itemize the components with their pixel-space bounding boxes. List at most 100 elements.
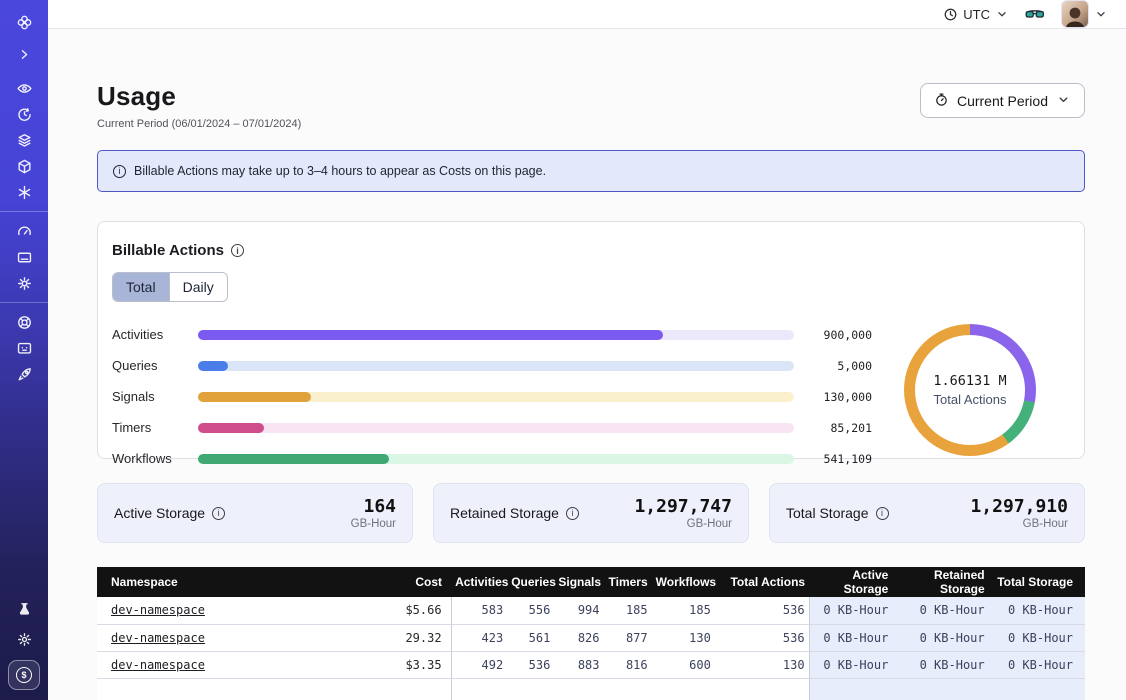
bar-label: Signals — [112, 389, 198, 404]
namespace-link[interactable]: dev-namespace — [111, 603, 205, 617]
table-cell — [987, 678, 1085, 700]
asterisk-icon[interactable] — [8, 179, 40, 205]
account-menu[interactable] — [1061, 0, 1108, 28]
table-cell — [97, 678, 394, 700]
flask-icon[interactable] — [8, 596, 40, 622]
bar-track — [198, 361, 794, 371]
namespace-link[interactable]: dev-namespace — [111, 631, 205, 645]
column-header-signals: Signals — [554, 567, 603, 597]
table-cell: 0 KB-Hour — [809, 597, 890, 624]
info-icon[interactable] — [876, 507, 889, 520]
theme-sun-icon[interactable] — [8, 626, 40, 652]
column-header-retained-storage: Retained Storage — [890, 567, 986, 597]
table-body: dev-namespace$5.665835569941851855360 KB… — [97, 597, 1085, 700]
lifebuoy-icon[interactable] — [8, 309, 40, 335]
bar-fill — [198, 330, 663, 340]
bar-track — [198, 392, 794, 402]
table-cell — [394, 678, 451, 700]
storage-card-active-storage: Active Storage164GB-Hour — [97, 483, 413, 543]
storage-card-label: Total Storage — [786, 505, 889, 521]
bar-row-timers: Timers85,201 — [112, 420, 872, 435]
table-cell: 816 — [604, 651, 652, 678]
table-cell — [507, 678, 554, 700]
bar-value: 541,109 — [794, 452, 872, 466]
bar-label: Queries — [112, 358, 198, 373]
timezone-label: UTC — [963, 7, 990, 22]
chevron-down-icon — [995, 7, 1009, 21]
bar-row-workflows: Workflows 541,109 — [112, 451, 872, 466]
feedback-glasses-icon[interactable] — [1025, 6, 1045, 22]
settings-gear-icon[interactable] — [8, 270, 40, 296]
table-cell — [809, 678, 890, 700]
support-monitor-icon[interactable] — [8, 335, 40, 361]
column-header-queries: Queries — [507, 567, 554, 597]
sidebar-separator — [0, 302, 48, 303]
billable-actions-card: Billable Actions TotalDaily Activities90… — [97, 221, 1085, 459]
bar-row-signals: Signals130,000 — [112, 389, 872, 404]
gauge-icon[interactable] — [8, 218, 40, 244]
table-cell — [554, 678, 603, 700]
timezone-selector[interactable]: UTC — [943, 7, 1009, 22]
eye-icon[interactable] — [8, 75, 40, 101]
info-icon[interactable] — [231, 244, 244, 257]
table-row-partial — [97, 678, 1085, 700]
billable-tabs: TotalDaily — [112, 272, 228, 302]
namespace-link[interactable]: dev-namespace — [111, 658, 205, 672]
table-cell: 0 KB-Hour — [890, 651, 986, 678]
info-banner: Billable Actions may take up to 3–4 hour… — [97, 150, 1085, 192]
avatar — [1061, 0, 1089, 28]
table-cell: 0 KB-Hour — [809, 624, 890, 651]
info-icon[interactable] — [566, 507, 579, 520]
table-cell: 0 KB-Hour — [987, 651, 1085, 678]
chevron-down-icon — [1056, 92, 1071, 110]
storage-card-value: 1,297,747 — [634, 497, 732, 517]
expand-chevron-right-icon[interactable] — [8, 41, 40, 67]
table-cell: 185 — [604, 597, 652, 624]
table-header-row: NamespaceCostActivitiesQueriesSignalsTim… — [97, 567, 1085, 597]
table-cell: 556 — [507, 597, 554, 624]
storage-card-retained-storage: Retained Storage1,297,747GB-Hour — [433, 483, 749, 543]
card-icon[interactable] — [8, 244, 40, 270]
table-cell: 0 KB-Hour — [987, 624, 1085, 651]
table-cell: 0 KB-Hour — [809, 651, 890, 678]
column-header-total-storage: Total Storage — [987, 567, 1085, 597]
temporal-logo-icon[interactable] — [8, 9, 40, 35]
info-icon[interactable] — [212, 507, 225, 520]
donut-total-value: 1.66131 M — [933, 373, 1006, 389]
table-cell: 826 — [554, 624, 603, 651]
tab-daily[interactable]: Daily — [169, 273, 227, 301]
bar-value: 85,201 — [794, 421, 872, 435]
table-cell: 600 — [652, 651, 715, 678]
table-cell: 130 — [715, 651, 809, 678]
table-cell: 883 — [554, 651, 603, 678]
rocket-icon[interactable] — [8, 361, 40, 387]
sidebar-separator — [0, 211, 48, 212]
cube-icon[interactable] — [8, 153, 40, 179]
table-cell: 0 KB-Hour — [890, 624, 986, 651]
table-cell: 583 — [451, 597, 507, 624]
storage-card-unit: GB-Hour — [351, 518, 396, 530]
table-row: dev-namespace$5.665835569941851855360 KB… — [97, 597, 1085, 624]
current-period-label: Current Period — [957, 93, 1048, 109]
table-cell: 29.32 — [394, 624, 451, 651]
table-cell: $3.35 — [394, 651, 451, 678]
sidebar-item-usage[interactable] — [8, 660, 40, 690]
column-header-timers: Timers — [604, 567, 652, 597]
bar-fill — [198, 454, 389, 464]
storage-card-unit: GB-Hour — [634, 518, 732, 530]
table-row: dev-namespace29.324235618268771305360 KB… — [97, 624, 1085, 651]
layers-icon[interactable] — [8, 127, 40, 153]
history-icon[interactable] — [8, 101, 40, 127]
page-title: Usage — [97, 81, 301, 112]
namespace-cell: dev-namespace — [97, 651, 394, 678]
table-cell: 423 — [451, 624, 507, 651]
tab-total[interactable]: Total — [113, 273, 169, 301]
topbar: UTC — [48, 0, 1126, 29]
table-cell — [604, 678, 652, 700]
current-period-button[interactable]: Current Period — [920, 83, 1085, 118]
bar-label: Workflows — [112, 451, 198, 466]
table-cell: 130 — [652, 624, 715, 651]
column-header-workflows: Workflows — [652, 567, 715, 597]
billable-actions-title: Billable Actions — [112, 242, 224, 259]
total-actions-donut-chart: 1.66131 M Total Actions — [904, 324, 1036, 456]
